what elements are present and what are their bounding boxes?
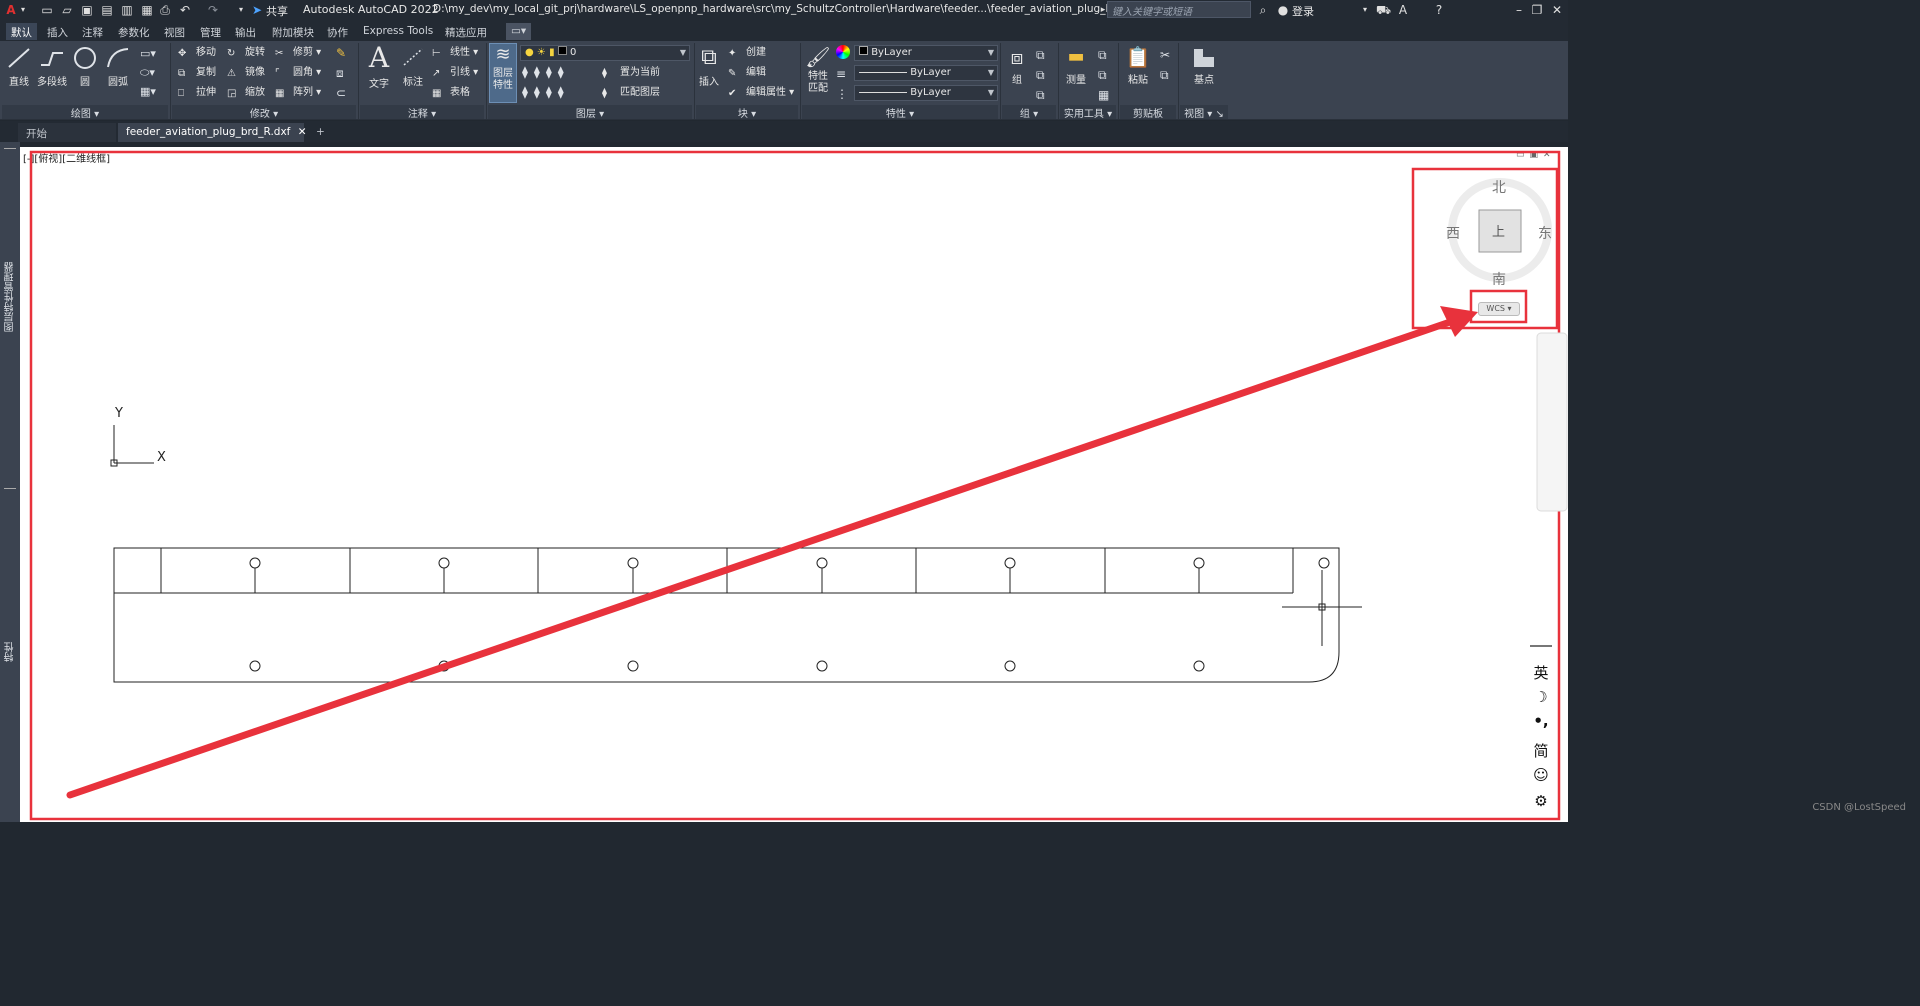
- wcs-menu-button[interactable]: WCS ▾: [1478, 302, 1520, 316]
- pin-circles[interactable]: [249, 557, 1330, 593]
- punctuation-icon[interactable]: •,: [1530, 712, 1552, 730]
- emoji-icon[interactable]: ☺: [1530, 766, 1552, 784]
- viewcube-face-label[interactable]: 上: [1492, 221, 1505, 240]
- compass-north[interactable]: 北: [1492, 177, 1506, 197]
- canvas-highlight-box: [29, 150, 1561, 821]
- drawing-overlay: [29, 150, 1568, 821]
- compass-south[interactable]: 南: [1492, 269, 1506, 289]
- annotation-arrow: [66, 306, 1478, 799]
- settings-gear-icon[interactable]: ⚙: [1530, 792, 1552, 810]
- compass-west[interactable]: 西: [1446, 223, 1460, 243]
- ime-script-toggle[interactable]: 简: [1530, 740, 1552, 761]
- crosshair-cursor: [1282, 570, 1362, 646]
- watermark: CSDN @LostSpeed: [1812, 802, 1906, 813]
- compass-east[interactable]: 东: [1538, 223, 1552, 243]
- navigation-bar[interactable]: [1536, 332, 1568, 512]
- ime-grip[interactable]: [1530, 645, 1552, 647]
- moon-icon[interactable]: ☽: [1530, 688, 1552, 706]
- ucs-x-label: X: [157, 450, 166, 465]
- ucs-y-label: Y: [115, 406, 123, 421]
- wcs-label: WCS: [1486, 304, 1505, 313]
- ime-language-toggle[interactable]: 英: [1530, 662, 1552, 683]
- mount-holes[interactable]: [249, 660, 1205, 672]
- ucs-icon: [110, 425, 154, 467]
